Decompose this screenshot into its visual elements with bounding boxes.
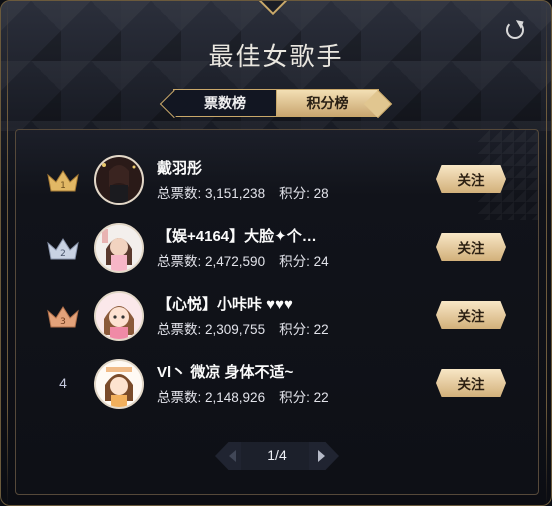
- crown-bronze-icon: 3: [47, 306, 79, 328]
- votes-label: 总票数: [157, 390, 198, 405]
- singer-stats: 总票数: 2,148,926 积分: 22: [157, 390, 329, 405]
- votes-value: 2,148,926: [205, 390, 266, 405]
- follow-button[interactable]: 关注: [436, 165, 506, 193]
- points-label: 积分: [279, 390, 307, 405]
- rank-number: 4: [59, 375, 67, 391]
- page-indicator: 1/4: [267, 447, 287, 463]
- tab-votes[interactable]: 票数榜: [173, 89, 276, 117]
- rank-label: 3: [60, 317, 66, 327]
- pagination: 1/4: [215, 442, 339, 470]
- refresh-icon[interactable]: [506, 21, 524, 39]
- list-item: 2 【娱+4164】大脸✦个… 总票数: 2,472,590 积分: 24 关注: [1, 219, 551, 277]
- points-label: 积分: [279, 186, 307, 201]
- chevron-right-icon: [318, 450, 325, 462]
- list-item: 3 【心悦】小咔咔 ♥♥♥ 总票数: 2,309,755 积分: 22 关注: [1, 287, 551, 345]
- points-value: 22: [313, 390, 329, 405]
- avatar[interactable]: [94, 223, 144, 273]
- singer-name: Vl丶 微凉 身体不适~: [157, 364, 294, 381]
- ranking-panel: 最佳女歌手 票数榜 积分榜 1 戴羽彤 总票数: 3,151,238 积分: 28: [0, 0, 552, 506]
- votes-value: 3,151,238: [205, 186, 266, 201]
- votes-label: 总票数: [157, 322, 198, 337]
- votes-label: 总票数: [157, 186, 198, 201]
- singer-stats: 总票数: 2,472,590 积分: 24: [157, 254, 329, 269]
- singer-stats: 总票数: 3,151,238 积分: 28: [157, 186, 329, 201]
- follow-button[interactable]: 关注: [436, 301, 506, 329]
- crown-silver-icon: 2: [47, 238, 79, 260]
- avatar[interactable]: [94, 359, 144, 409]
- list-item: 4 Vl丶 微凉 身体不适~ 总票数: 2,148,926 积分: 22 关注: [1, 355, 551, 413]
- avatar[interactable]: [94, 291, 144, 341]
- rank-label: 1: [60, 181, 66, 191]
- points-label: 积分: [279, 322, 307, 337]
- rank-label: 2: [60, 249, 66, 259]
- singer-name: 戴羽彤: [157, 160, 203, 177]
- tab-points[interactable]: 积分榜: [276, 89, 379, 117]
- singer-stats: 总票数: 2,309,755 积分: 22: [157, 322, 329, 337]
- page-title: 最佳女歌手: [208, 43, 344, 71]
- points-value: 24: [313, 254, 329, 269]
- crown-gold-icon: 1: [47, 170, 79, 192]
- singer-name: 【娱+4164】大脸✦个…: [157, 228, 317, 245]
- avatar[interactable]: [94, 155, 144, 205]
- next-page-button[interactable]: [309, 442, 339, 470]
- follow-button[interactable]: 关注: [436, 369, 506, 397]
- follow-button[interactable]: 关注: [436, 233, 506, 261]
- points-value: 28: [313, 186, 329, 201]
- points-value: 22: [313, 322, 329, 337]
- votes-value: 2,472,590: [205, 254, 266, 269]
- votes-label: 总票数: [157, 254, 198, 269]
- votes-value: 2,309,755: [205, 322, 266, 337]
- chevron-left-icon: [229, 450, 236, 462]
- ranking-tabs: 票数榜 积分榜: [173, 89, 379, 117]
- singer-name: 【心悦】小咔咔 ♥♥♥: [157, 296, 293, 313]
- points-label: 积分: [279, 254, 307, 269]
- list-item: 1 戴羽彤 总票数: 3,151,238 积分: 28 关注: [1, 151, 551, 209]
